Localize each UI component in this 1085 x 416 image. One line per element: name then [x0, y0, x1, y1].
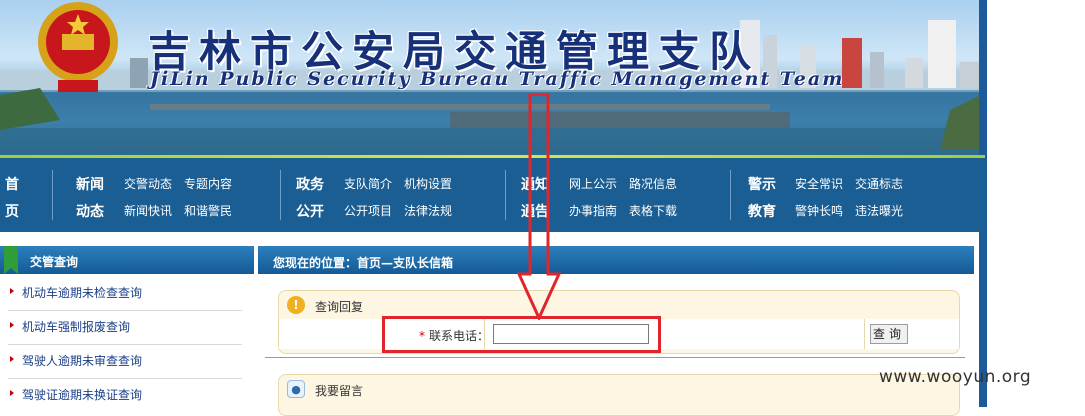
bullet-icon — [10, 288, 14, 294]
nav-link-safety[interactable]: 安全常识 — [795, 175, 843, 192]
message-panel: ● 我要留言 — [278, 374, 960, 416]
nav-affairs-heading-1[interactable]: 政务 — [296, 174, 324, 194]
nav-link-public-items[interactable]: 公开项目 — [344, 202, 392, 219]
query-panel-title: 查询回复 — [315, 300, 364, 314]
nav-link-warning[interactable]: 警钟长鸣 — [795, 202, 843, 219]
sidebar-item-label[interactable]: 驾驶证逾期未换证查询 — [22, 386, 142, 403]
message-icon: ● — [287, 380, 305, 398]
nav-group-affairs: 政务 公开 支队简介 机构设置 公开项目 法律法规 — [280, 158, 505, 232]
sidebar-item-label[interactable]: 驾驶人逾期未审查查询 — [22, 352, 142, 369]
search-button[interactable]: 查询 — [870, 324, 908, 344]
bookmark-icon — [4, 246, 18, 274]
watermark: www.wooyun.org — [879, 367, 1032, 387]
nav-link-harmony[interactable]: 和谐警民 — [184, 202, 232, 219]
nav-education-heading-2[interactable]: 教育 — [748, 201, 776, 221]
nav-news-heading-1[interactable]: 新闻 — [76, 174, 104, 194]
sidebar-header: 交管查询 — [0, 246, 254, 274]
annotation-highlight-box — [382, 316, 661, 353]
nav-link-guide[interactable]: 办事指南 — [569, 202, 617, 219]
breadcrumb: 您现在的位置：首页—支队长信箱 — [273, 256, 454, 270]
site-title-english: JiLin Public Security Bureau Traffic Man… — [150, 68, 845, 90]
sidebar-item-label[interactable]: 机动车强制报废查询 — [22, 318, 130, 335]
nav-link-team-intro[interactable]: 支队简介 — [344, 175, 392, 192]
nav-link-news-flash[interactable]: 新闻快讯 — [124, 202, 172, 219]
sidebar-item-vehicle-inspection[interactable]: 机动车逾期未检查查询 — [8, 276, 242, 311]
nav-home-label-2[interactable]: 页 — [5, 201, 19, 221]
nav-link-traffic-signs[interactable]: 交通标志 — [855, 175, 903, 192]
police-emblem-logo — [38, 2, 118, 92]
sidebar-item-driver-review[interactable]: 驾驶人逾期未审查查询 — [8, 344, 242, 379]
annotation-arrow — [517, 94, 561, 320]
nav-separator — [52, 170, 53, 220]
section-divider — [265, 357, 965, 358]
bullet-icon — [10, 390, 14, 396]
sidebar-item-vehicle-scrap[interactable]: 机动车强制报废查询 — [8, 310, 242, 345]
nav-link-organization[interactable]: 机构设置 — [404, 175, 452, 192]
cell-divider — [864, 319, 865, 349]
nav-link-road-info[interactable]: 路况信息 — [629, 175, 677, 192]
message-panel-title[interactable]: 我要留言 — [315, 382, 363, 399]
nav-link-police-news[interactable]: 交警动态 — [124, 175, 172, 192]
breadcrumb-bar: 您现在的位置：首页—支队长信箱 — [258, 246, 974, 274]
site-banner: 吉林市公安局交通管理支队 JiLin Public Security Burea… — [0, 0, 979, 155]
main-nav: 首 页 新闻 动态 交警动态 专题内容 新闻快讯 和谐警民 政务 公开 支队简介… — [0, 158, 985, 232]
sidebar-item-label[interactable]: 机动车逾期未检查查询 — [22, 284, 142, 301]
nav-affairs-heading-2[interactable]: 公开 — [296, 201, 324, 221]
nav-group-news: 新闻 动态 交警动态 专题内容 新闻快讯 和谐警民 — [60, 158, 280, 232]
warning-icon: ! — [287, 296, 305, 314]
nav-news-heading-2[interactable]: 动态 — [76, 201, 104, 221]
nav-home[interactable]: 首 页 — [0, 158, 30, 232]
nav-education-heading-1[interactable]: 警示 — [748, 174, 776, 194]
nav-link-laws[interactable]: 法律法规 — [404, 202, 452, 219]
nav-link-forms[interactable]: 表格下载 — [629, 202, 677, 219]
sidebar: 交管查询 机动车逾期未检查查询 机动车强制报废查询 驾驶人逾期未审查查询 驾驶证… — [0, 246, 254, 407]
bullet-icon — [10, 356, 14, 362]
nav-group-education: 警示 教育 安全常识 交通标志 警钟长鸣 违法曝光 — [730, 158, 970, 232]
nav-link-special-topics[interactable]: 专题内容 — [184, 175, 232, 192]
nav-link-violations[interactable]: 违法曝光 — [855, 202, 903, 219]
nav-home-label-1[interactable]: 首 — [5, 174, 19, 194]
bullet-icon — [10, 322, 14, 328]
sidebar-title: 交管查询 — [30, 255, 79, 269]
nav-link-online-notice[interactable]: 网上公示 — [569, 175, 617, 192]
